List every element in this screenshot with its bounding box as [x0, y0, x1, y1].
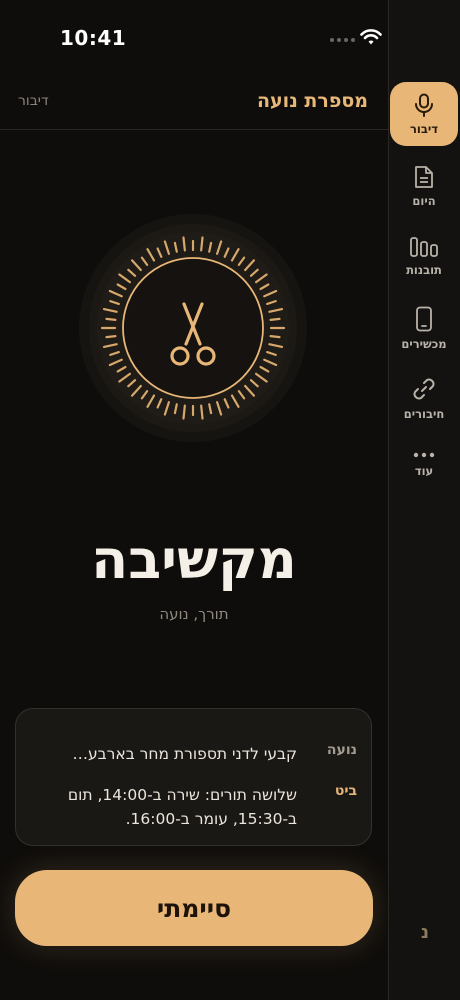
user-initial-badge[interactable]: נ — [389, 922, 460, 943]
sidebar-item-label: מכשירים — [401, 336, 447, 351]
app-header: מספרת נועה דיבור — [0, 76, 388, 130]
sidebar-item-speech[interactable]: דיבור — [390, 82, 458, 146]
page-title: מספרת נועה — [256, 90, 368, 112]
dial-tick — [182, 236, 186, 252]
sidebar-item-connections[interactable]: חיבורים — [390, 366, 458, 430]
transcript-card: נועה קבעי לדני תספורת מחר בארבע… ביט שלו… — [15, 708, 372, 846]
listening-status: מקשיבה — [91, 528, 297, 591]
microphone-icon — [415, 93, 433, 117]
turn-indicator: תורך, נועה — [159, 605, 229, 623]
sidebar-nav: דיבור היום תובנות מכשירים חיבורים עוד נ — [388, 0, 460, 1000]
dial-tick — [105, 317, 117, 321]
header-mode-label: דיבור — [18, 93, 49, 109]
document-icon — [415, 165, 433, 188]
sidebar-item-label: תובנות — [406, 262, 442, 277]
link-icon — [413, 378, 435, 399]
dial-tick — [269, 335, 281, 339]
sidebar-item-insights[interactable]: תובנות — [390, 224, 458, 288]
sidebar-item-label: היום — [412, 193, 436, 208]
status-time: 10:41 — [60, 26, 127, 50]
speaker-label: נועה — [326, 742, 357, 758]
more-icon — [413, 452, 435, 457]
listening-dial — [79, 214, 307, 442]
speaker-label: ביט — [334, 783, 357, 799]
dial-tick — [182, 404, 186, 420]
sidebar-item-label: דיבור — [409, 121, 439, 136]
signal-icon — [330, 38, 355, 42]
transcript-text: קבעי לדני תספורת מחר בארבע… — [72, 745, 297, 763]
sidebar-item-devices[interactable]: מכשירים — [390, 296, 458, 360]
sidebar-item-label: חיבורים — [403, 406, 445, 421]
dial-tick — [200, 404, 204, 420]
phone-icon — [416, 306, 432, 331]
status-bar: 10:41 — [0, 0, 421, 76]
sidebar-item-label: עוד — [414, 463, 434, 478]
transcript-text: שלושה תורים: שירה ב-14:00, תום ב-15:30, … — [67, 786, 297, 828]
wifi-icon — [360, 29, 382, 45]
dial-tick — [105, 335, 117, 339]
sidebar-item-more[interactable]: עוד — [390, 432, 458, 496]
bars-icon — [410, 236, 438, 257]
dial-tick — [200, 236, 204, 252]
done-button[interactable]: סיימתי — [15, 870, 373, 946]
sidebar-item-today[interactable]: היום — [390, 154, 458, 218]
dial-tick — [269, 317, 281, 321]
